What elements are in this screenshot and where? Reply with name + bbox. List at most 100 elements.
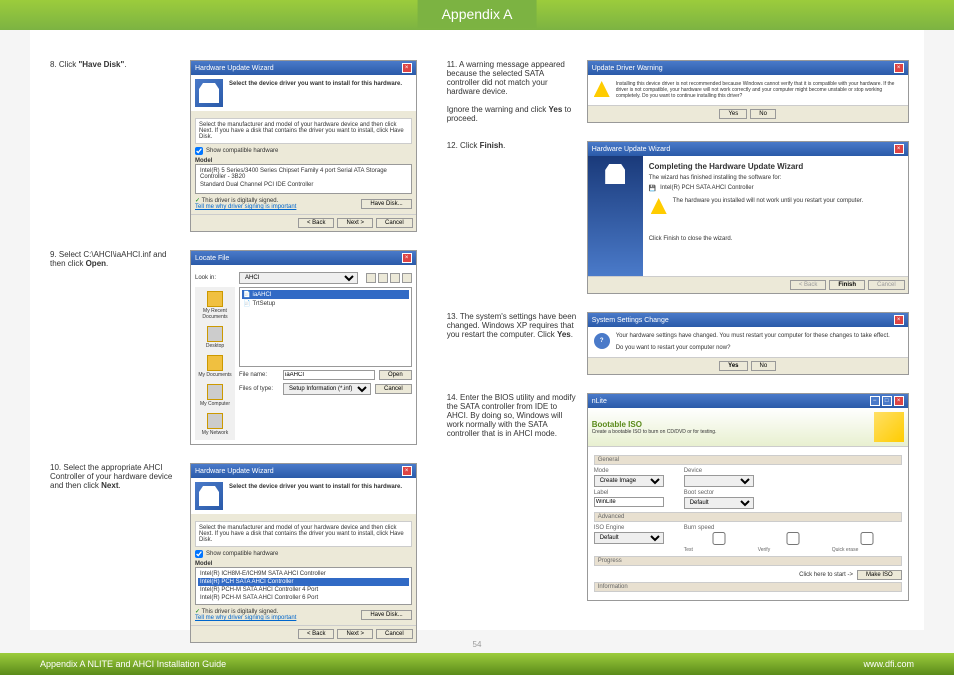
step-after: . [571,330,573,339]
filetype-label: Files of type: [239,386,279,392]
screenshot-13: System Settings Change× ? Your hardware … [587,312,909,375]
signing-link[interactable]: Tell me why driver signing is important [195,615,296,621]
step-8-text: 8. Click "Have Disk". [50,60,180,69]
nlite-sub: Create a bootable ISO to burn on CD/DVD … [592,429,717,435]
step-10: 10. Select the appropriate AHCI Controll… [50,463,417,643]
step-bold: Open [86,259,106,268]
close-icon[interactable]: × [402,466,412,476]
back-button[interactable]: < Back [298,218,335,228]
yes-button[interactable]: Yes [719,109,747,119]
click-label: Click here to start -> [799,572,853,578]
step-after: . [503,141,505,150]
newfolder-icon[interactable] [390,273,400,283]
filename-input[interactable] [283,370,375,380]
warning-icon [594,81,610,97]
quick-check[interactable] [832,532,902,545]
model-item[interactable]: Intel(R) 5 Series/3400 Series Chipset Fa… [198,167,409,181]
model-list[interactable]: Intel(R) ICH8M-E/ICH9M SATA AHCI Control… [195,567,412,605]
up-icon[interactable] [378,273,388,283]
file-list[interactable]: 📄iaAHCI 📄TrtSetup [239,287,412,367]
screenshot-12: Hardware Update Wizard× Completing the H… [587,141,909,294]
step-13-text: 13. The system's settings have been chan… [447,312,577,339]
instruction-panel: Select the manufacturer and model of you… [195,521,412,547]
next-button[interactable]: Next > [337,218,373,228]
page-content: 8. Click "Have Disk". Hardware Update Wi… [30,30,924,630]
make-iso-button[interactable]: Make ISO [857,570,902,580]
place-docs[interactable]: My Documents [198,355,231,378]
min-icon[interactable]: − [870,396,880,406]
step-9-text: 9. Select C:\AHCI\iaAHCI.inf and then cl… [50,250,180,268]
step-12-text: 12. Click Finish. [447,141,577,150]
title: nLite [592,398,607,405]
place-network[interactable]: My Network [202,413,228,436]
cancel-button[interactable]: Cancel [376,218,413,228]
model-item[interactable]: Standard Dual Channel PCI IDE Controller [198,181,409,189]
burn-label: Burn speed [684,525,902,531]
close-icon[interactable]: × [894,144,904,154]
model-item[interactable]: Intel(R) PCH SATA AHCI Controller [198,578,409,586]
iso-label: ISO Engine [594,525,664,531]
device-label: Device [684,468,754,474]
instruction-panel: Select the manufacturer and model of you… [195,118,412,144]
footer: 54 Appendix A NLITE and AHCI Installatio… [0,636,954,675]
model-item[interactable]: Intel(R) ICH8M-E/ICH9M SATA AHCI Control… [198,570,409,578]
step-bold: Yes [557,330,571,339]
wizard-icon [195,482,223,510]
close-icon[interactable]: × [894,315,904,325]
close-icon[interactable]: × [894,63,904,73]
place-computer[interactable]: My Computer [200,384,230,407]
wizard-icon [195,79,223,107]
no-button[interactable]: No [751,361,777,371]
device-select[interactable] [684,475,754,487]
footer-right: www.dfi.com [863,659,914,669]
screenshot-14: nLite−□× Bootable ISOCreate a bootable I… [587,393,909,601]
step-body: A warning message appeared because the s… [447,60,565,96]
wizard-heading: Select the device driver you want to ins… [229,81,410,87]
title: Hardware Update Wizard [195,65,274,72]
finish-button[interactable]: Finish [829,280,865,290]
step-11: 11. A warning message appeared because t… [447,60,909,123]
test-check[interactable] [684,532,754,545]
iso-select[interactable]: Default [594,532,664,544]
file-item[interactable]: 📄iaAHCI [242,290,409,299]
step-num: 12. [447,141,458,150]
cancel-button[interactable]: Cancel [375,384,412,394]
back-icon[interactable] [366,273,376,283]
no-button[interactable]: No [750,109,776,119]
close-icon[interactable]: × [402,63,412,73]
verify-check[interactable] [758,532,828,545]
mode-label: Mode [594,468,664,474]
model-item[interactable]: Intel(R) PCH-M SATA AHCI Controller 6 Po… [198,594,409,602]
open-button[interactable]: Open [379,370,412,380]
place-desktop[interactable]: Desktop [206,326,224,349]
nlite-logo-icon [874,412,904,442]
place-recent[interactable]: My Recent Documents [197,291,233,320]
back-button[interactable]: < Back [790,280,827,290]
wizard-sidebar [588,156,643,276]
step-body: Click [59,60,79,69]
signing-link[interactable]: Tell me why driver signing is important [195,204,296,210]
right-column: 11. A warning message appeared because t… [447,60,909,620]
bootsec-select[interactable]: Default [684,497,754,509]
file-item[interactable]: 📄TrtSetup [242,299,409,308]
label-input[interactable] [594,497,664,507]
yes-button[interactable]: Yes [719,361,747,371]
max-icon[interactable]: □ [882,396,892,406]
mode-select[interactable]: Create Image [594,475,664,487]
step-10-text: 10. Select the appropriate AHCI Controll… [50,463,180,490]
device-name: Intel(R) PCH SATA AHCI Controller [660,185,753,192]
warning-icon [651,198,667,214]
cancel-button[interactable]: Cancel [868,280,905,290]
close-icon[interactable]: × [402,253,412,263]
views-icon[interactable] [402,273,412,283]
compat-checkbox[interactable] [195,550,203,558]
have-disk-button[interactable]: Have Disk... [361,610,411,620]
have-disk-button[interactable]: Have Disk... [361,199,411,209]
close-icon[interactable]: × [894,396,904,406]
model-list[interactable]: Intel(R) 5 Series/3400 Series Chipset Fa… [195,164,412,194]
compat-checkbox[interactable] [195,147,203,155]
filetype-select[interactable]: Setup Information (*.inf) [283,383,371,395]
model-item[interactable]: Intel(R) PCH-M SATA AHCI Controller 4 Po… [198,586,409,594]
folder-select[interactable]: AHCI [239,272,358,284]
sys-titlebar: System Settings Change× [588,313,908,327]
